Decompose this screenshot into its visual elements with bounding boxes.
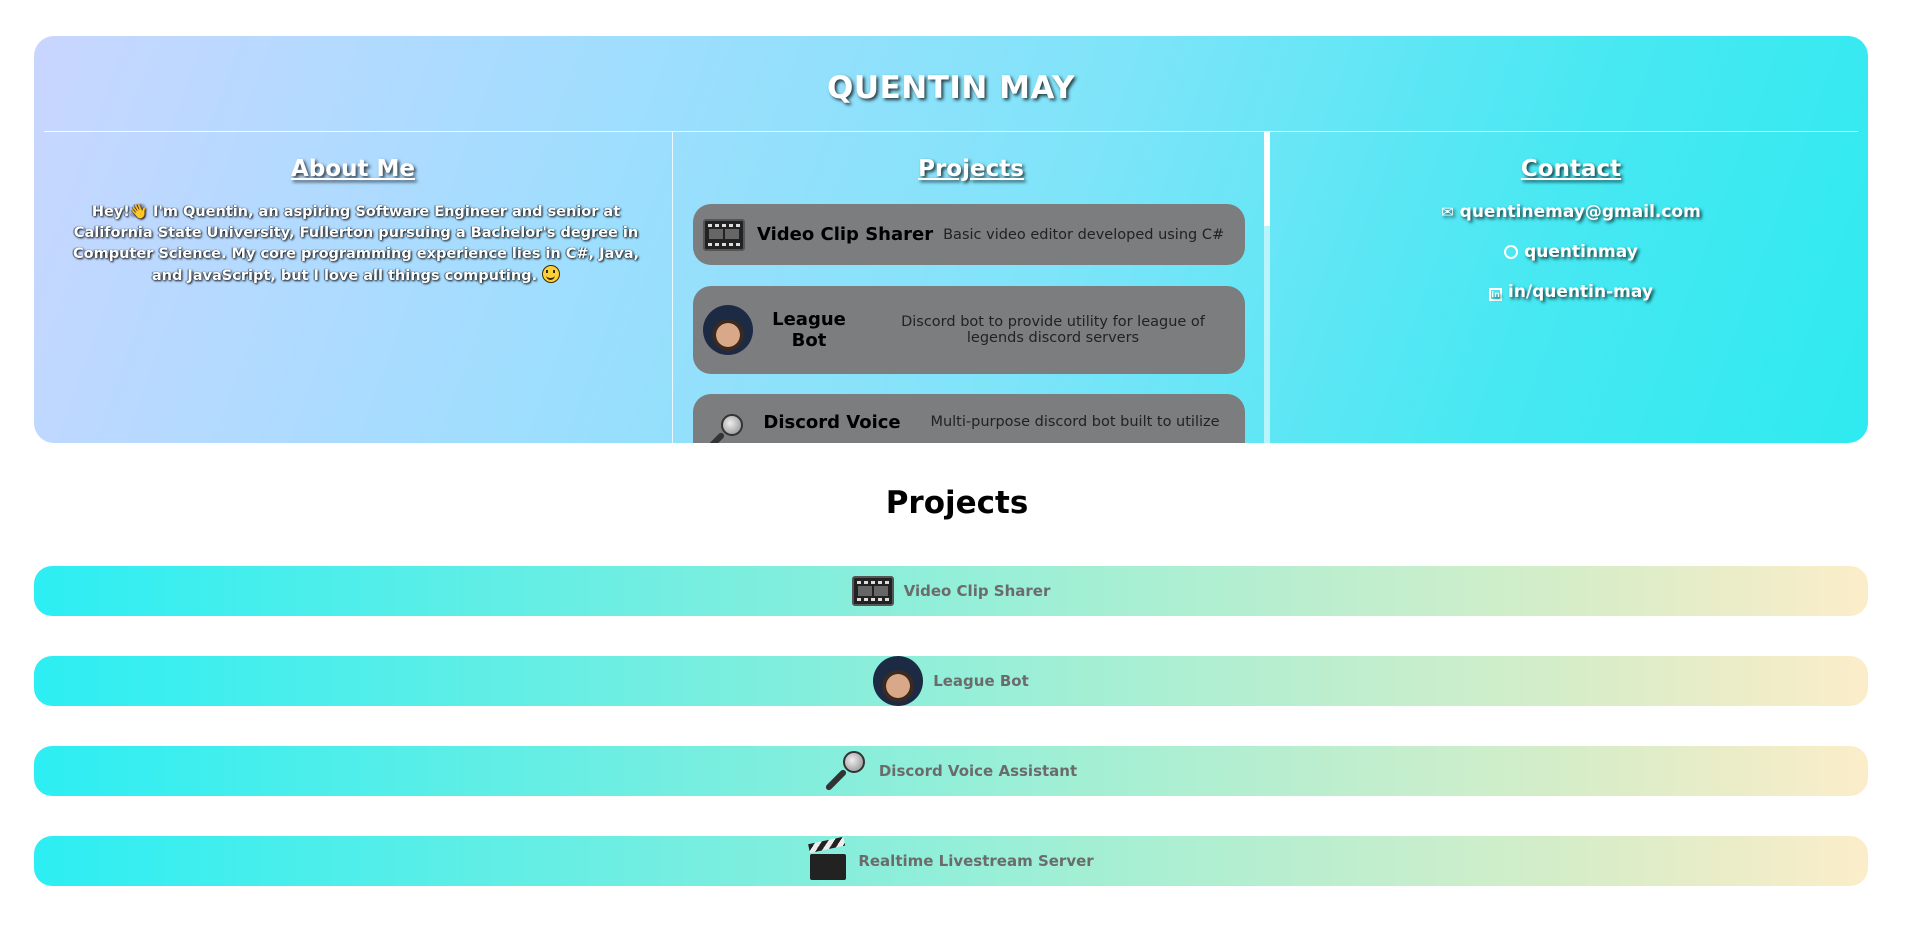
github-link[interactable]: quentinmay bbox=[1524, 242, 1638, 262]
project-pill-video-clip-sharer[interactable]: Video Clip Sharer bbox=[34, 566, 1868, 616]
project-card-discord-voice[interactable]: Discord Voice Multi-purpose discord bot … bbox=[693, 394, 1245, 443]
scrollbar-thumb[interactable] bbox=[1264, 132, 1270, 226]
project-pill-label: Discord Voice Assistant bbox=[878, 762, 1078, 780]
clapperboard-icon bbox=[808, 842, 848, 880]
contact-column: Contact ✉ quentinemay@gmail.com quentinm… bbox=[1274, 132, 1868, 443]
project-description: Discord bot to provide utility for leagu… bbox=[901, 314, 1205, 346]
contact-linkedin[interactable]: in in/quentin-may bbox=[1274, 282, 1868, 302]
project-pill-league-bot[interactable]: League Bot bbox=[34, 656, 1868, 706]
contact-heading: Contact bbox=[1520, 156, 1622, 182]
avatar-icon bbox=[703, 305, 753, 355]
email-link[interactable]: quentinemay@gmail.com bbox=[1460, 202, 1701, 222]
about-heading: About Me bbox=[291, 156, 415, 182]
project-pill-label: Video Clip Sharer bbox=[903, 582, 1051, 600]
film-icon bbox=[703, 218, 745, 251]
projects-section-title: Projects bbox=[885, 485, 1029, 521]
projects-scrollbar[interactable] bbox=[1264, 132, 1270, 443]
projects-column[interactable]: Projects Video Clip Sharer Basic video e… bbox=[672, 132, 1269, 443]
project-name: League Bot bbox=[772, 309, 846, 351]
avatar-icon bbox=[873, 656, 924, 706]
about-text: Hey!👋 I'm Quentin, an aspiring Software … bbox=[60, 202, 652, 287]
project-pill-realtime-livestream-server[interactable]: Realtime Livestream Server bbox=[34, 836, 1868, 886]
film-icon bbox=[851, 576, 894, 606]
project-pill-label: Realtime Livestream Server bbox=[858, 852, 1094, 870]
project-card-video-clip-sharer[interactable]: Video Clip Sharer Basic video editor dev… bbox=[693, 204, 1245, 265]
projects-scroll-area[interactable]: Video Clip Sharer Basic video editor dev… bbox=[673, 204, 1269, 443]
page-title: QUENTIN MAY bbox=[827, 70, 1075, 106]
about-column: About Me Hey!👋 I'm Quentin, an aspiring … bbox=[44, 132, 662, 443]
envelope-icon: ✉ bbox=[1441, 203, 1454, 221]
project-description: Multi-purpose discord bot built to utili… bbox=[930, 414, 1220, 430]
smiley-icon bbox=[542, 265, 561, 283]
contact-email[interactable]: ✉ quentinemay@gmail.com bbox=[1274, 202, 1868, 222]
project-description: Basic video editor developed using C# bbox=[943, 226, 1225, 243]
linkedin-link[interactable]: in/quentin-may bbox=[1508, 282, 1653, 302]
project-pill-discord-voice-assistant[interactable]: Discord Voice Assistant bbox=[34, 746, 1868, 796]
github-icon bbox=[1504, 245, 1519, 259]
project-card-league-bot[interactable]: League Bot Discord bot to provide utilit… bbox=[693, 286, 1245, 374]
microphone-icon bbox=[703, 412, 747, 443]
project-name: Video Clip Sharer bbox=[757, 224, 934, 245]
projects-heading: Projects bbox=[918, 156, 1024, 182]
header-banner: QUENTIN MAY About Me Hey!👋 I'm Quentin, … bbox=[34, 36, 1868, 443]
contact-github[interactable]: quentinmay bbox=[1274, 242, 1868, 262]
microphone-icon bbox=[825, 749, 869, 793]
project-pill-label: League Bot bbox=[933, 672, 1029, 690]
project-name: Discord Voice bbox=[763, 412, 901, 433]
linkedin-icon: in bbox=[1489, 288, 1503, 301]
